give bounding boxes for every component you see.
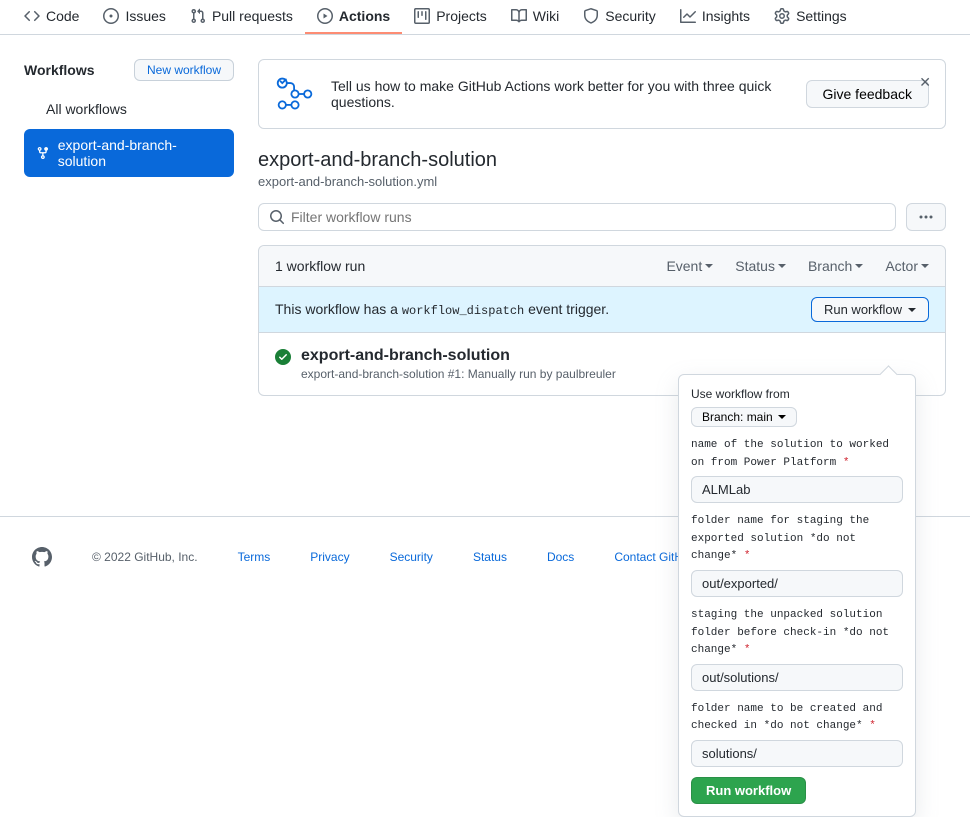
sidebar-item-label: export-and-branch-solution [58, 137, 222, 169]
popover-heading: Use workflow from [691, 387, 903, 401]
shield-icon [583, 8, 599, 24]
filter-runs-input[interactable] [291, 209, 885, 225]
filter-actor[interactable]: Actor [885, 258, 929, 274]
close-icon[interactable]: ✕ [915, 70, 935, 95]
field-input-solution-name[interactable] [691, 476, 903, 503]
run-subtitle: export-and-branch-solution #1: Manually … [301, 367, 616, 381]
runs-header: 1 workflow run Event Status Branch Actor [259, 246, 945, 287]
filter-event[interactable]: Event [666, 258, 713, 274]
code-icon [24, 8, 40, 24]
field-input-unpack-folder[interactable] [691, 664, 903, 691]
branch-select-button[interactable]: Branch: main [691, 407, 797, 427]
gear-icon [774, 8, 790, 24]
field-input-checkin-folder[interactable] [691, 740, 903, 767]
tab-insights[interactable]: Insights [668, 0, 762, 34]
main-content: Tell us how to make GitHub Actions work … [258, 59, 946, 396]
tab-issues[interactable]: Issues [91, 0, 177, 34]
search-icon [269, 209, 285, 225]
repo-tabs: Code Issues Pull requests Actions Projec… [0, 0, 970, 35]
tab-projects[interactable]: Projects [402, 0, 499, 34]
footer-link-terms[interactable]: Terms [238, 550, 271, 564]
tab-label: Insights [702, 8, 750, 24]
caret-down-icon [778, 415, 786, 419]
workflow-options-button[interactable] [906, 203, 946, 231]
tab-label: Settings [796, 8, 847, 24]
dispatch-text: This workflow has a workflow_dispatch ev… [275, 301, 609, 318]
footer-link-docs[interactable]: Docs [547, 550, 574, 564]
pr-icon [190, 8, 206, 24]
caret-down-icon [855, 264, 863, 268]
tab-label: Issues [125, 8, 165, 24]
play-icon [317, 8, 333, 24]
copyright-text: © 2022 GitHub, Inc. [92, 550, 198, 564]
sidebar-title: Workflows [24, 62, 95, 78]
tab-label: Actions [339, 8, 390, 24]
tab-code[interactable]: Code [12, 0, 91, 34]
caret-down-icon [908, 308, 916, 312]
tab-label: Wiki [533, 8, 559, 24]
run-workflow-popover: Use workflow from Branch: main name of t… [678, 374, 916, 817]
field-label-0: name of the solution to worked on from P… [691, 437, 903, 472]
filter-branch[interactable]: Branch [808, 258, 863, 274]
caret-down-icon [921, 264, 929, 268]
tab-wiki[interactable]: Wiki [499, 0, 571, 34]
field-label-3: folder name to be created and checked in… [691, 701, 903, 736]
success-check-icon [275, 349, 291, 365]
issue-icon [103, 8, 119, 24]
field-input-export-folder[interactable] [691, 570, 903, 597]
book-icon [511, 8, 527, 24]
run-workflow-submit-button[interactable]: Run workflow [691, 777, 806, 804]
filter-input-wrapper[interactable] [258, 203, 896, 231]
tab-settings[interactable]: Settings [762, 0, 859, 34]
feedback-text: Tell us how to make GitHub Actions work … [331, 78, 790, 110]
caret-down-icon [778, 264, 786, 268]
sidebar-item-all[interactable]: All workflows [24, 93, 234, 125]
footer-link-status[interactable]: Status [473, 550, 507, 564]
github-logo-icon [32, 547, 52, 567]
tab-label: Code [46, 8, 79, 24]
actions-graph-icon [275, 74, 315, 114]
footer-link-security[interactable]: Security [390, 550, 433, 564]
workflows-sidebar: Workflows New workflow All workflows exp… [24, 59, 234, 181]
filter-status[interactable]: Status [735, 258, 786, 274]
tab-label: Security [605, 8, 656, 24]
runs-count: 1 workflow run [275, 258, 365, 274]
workflow-icon [36, 146, 50, 160]
project-icon [414, 8, 430, 24]
tab-label: Pull requests [212, 8, 293, 24]
tab-label: Projects [436, 8, 487, 24]
new-workflow-button[interactable]: New workflow [134, 59, 234, 81]
footer-link-privacy[interactable]: Privacy [310, 550, 349, 564]
run-workflow-dropdown-button[interactable]: Run workflow [811, 297, 929, 322]
tab-actions[interactable]: Actions [305, 0, 402, 34]
kebab-icon [918, 209, 934, 225]
tab-pull-requests[interactable]: Pull requests [178, 0, 305, 34]
feedback-banner: Tell us how to make GitHub Actions work … [258, 59, 946, 129]
field-label-1: folder name for staging the exported sol… [691, 513, 903, 566]
workflow-filename: export-and-branch-solution.yml [258, 174, 946, 189]
graph-icon [680, 8, 696, 24]
dispatch-banner: This workflow has a workflow_dispatch ev… [259, 287, 945, 333]
sidebar-item-export-and-branch[interactable]: export-and-branch-solution [24, 129, 234, 177]
tab-security[interactable]: Security [571, 0, 668, 34]
caret-down-icon [705, 264, 713, 268]
field-label-2: staging the unpacked solution folder bef… [691, 607, 903, 660]
workflow-title: export-and-branch-solution [258, 149, 946, 172]
give-feedback-button[interactable]: Give feedback [806, 80, 930, 108]
run-title: export-and-branch-solution [301, 347, 616, 365]
